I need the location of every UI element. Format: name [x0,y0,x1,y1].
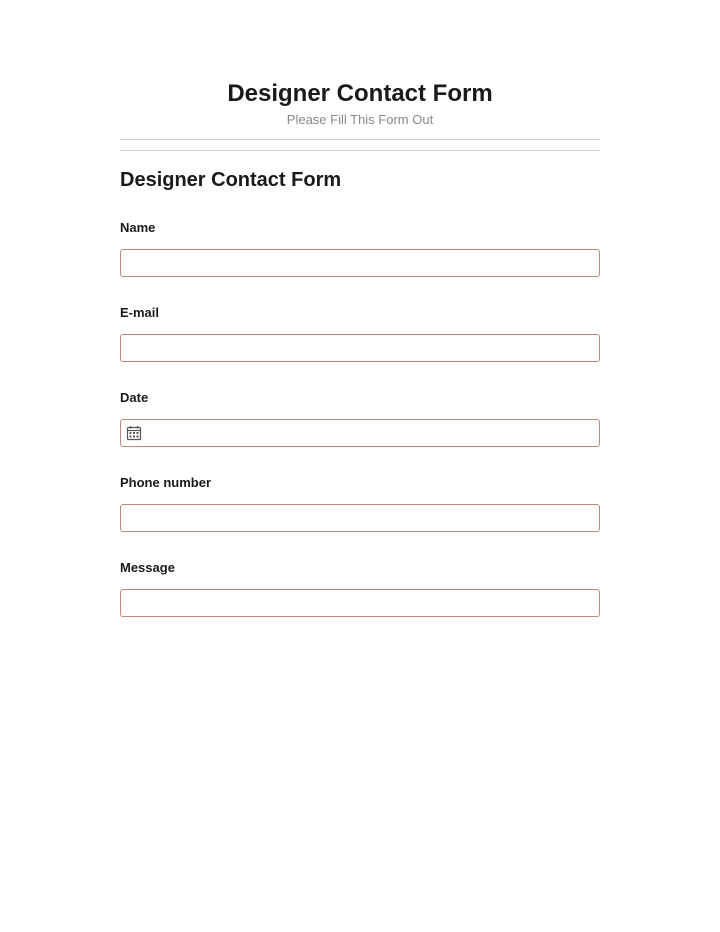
phone-label: Phone number [120,475,600,490]
field-phone: Phone number [120,475,600,532]
page-header: Designer Contact Form Please Fill This F… [120,80,600,151]
form-title: Designer Contact Form [120,169,600,192]
date-input-wrap [120,419,600,447]
page-title: Designer Contact Form [120,80,600,108]
field-name: Name [120,220,600,277]
field-message: Message [120,560,600,617]
email-label: E-mail [120,305,600,320]
message-input[interactable] [120,589,600,617]
message-label: Message [120,560,600,575]
date-input[interactable] [120,419,600,447]
date-label: Date [120,390,600,405]
email-input[interactable] [120,334,600,362]
page-subtitle: Please Fill This Form Out [120,112,600,140]
name-input[interactable] [120,249,600,277]
name-label: Name [120,220,600,235]
field-email: E-mail [120,305,600,362]
phone-input[interactable] [120,504,600,532]
field-date: Date [120,390,600,447]
